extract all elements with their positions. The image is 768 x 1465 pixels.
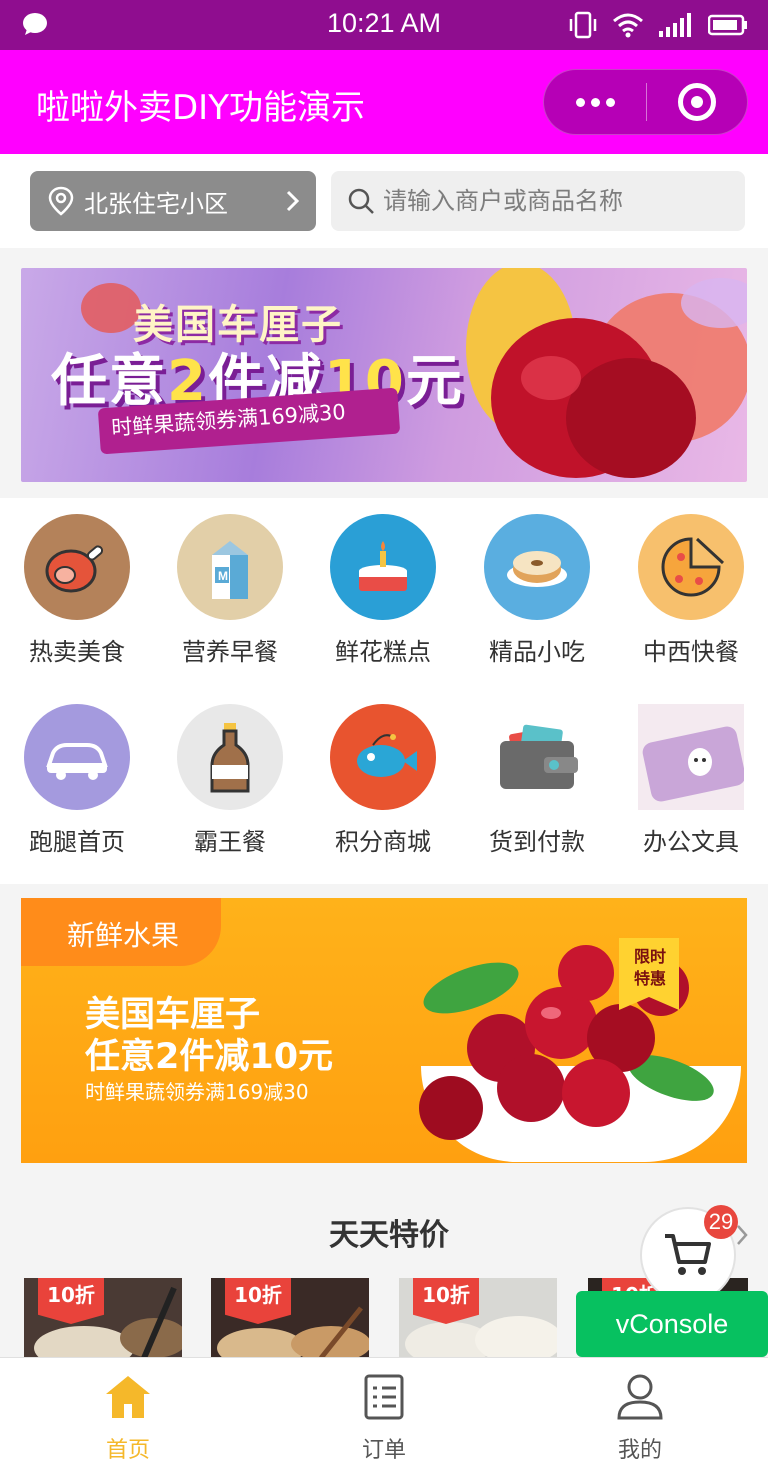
dot-icon — [590, 97, 600, 107]
svg-text:M: M — [218, 569, 228, 583]
chevron-right-icon — [286, 190, 300, 212]
category-snacks[interactable]: 精品小吃 — [462, 514, 612, 667]
search-row: 北张住宅小区 — [0, 154, 768, 248]
category-label: 营养早餐 — [182, 638, 278, 666]
vconsole-button[interactable]: vConsole — [576, 1291, 768, 1357]
wallet-icon — [484, 704, 590, 810]
category-fast-food[interactable]: 中西快餐 — [616, 514, 766, 667]
promo-banner-section: 美国车厘子 任意2件减10元 时鲜果蔬领券满169减30 — [0, 248, 768, 498]
bottle-icon — [177, 704, 283, 810]
category-hot-food[interactable]: 热卖美食 — [2, 514, 152, 667]
more-options-button[interactable] — [544, 70, 646, 134]
dot-icon — [575, 97, 585, 107]
cake-icon — [330, 514, 436, 620]
search-box[interactable] — [331, 171, 745, 231]
discount-badge: 10折 — [413, 1278, 479, 1324]
category-cash-on-delivery[interactable]: 货到付款 — [462, 704, 612, 857]
category-label: 办公文具 — [643, 828, 739, 856]
user-icon — [617, 1374, 663, 1420]
category-points-mall[interactable]: 积分商城 — [308, 704, 458, 857]
donut-icon — [484, 514, 590, 620]
tab-label: 首页 — [105, 1438, 150, 1463]
navigation-bar: 啦啦外卖DIY功能演示 — [0, 50, 768, 154]
category-label: 鲜花糕点 — [335, 638, 431, 666]
milk-carton-icon: M — [177, 514, 283, 620]
mini-program-capsule — [543, 69, 748, 135]
search-input[interactable] — [383, 187, 713, 215]
category-errand[interactable]: 跑腿首页 — [2, 704, 152, 857]
discount-badge: 10折 — [38, 1278, 104, 1324]
target-icon — [678, 83, 716, 121]
category-free-meal[interactable]: 霸王餐 — [155, 704, 305, 857]
category-grid: 热卖美食 M 营养早餐 鲜花糕点 精品小吃 中西快餐 跑腿首页 霸王餐 积分商城… — [0, 498, 768, 884]
wifi-icon — [613, 13, 643, 38]
discount-badge: 10折 — [225, 1278, 291, 1324]
tab-label: 我的 — [617, 1438, 662, 1463]
fresh-fruit-tag-label: 新鲜水果 — [67, 919, 180, 952]
chevron-right-icon[interactable] — [734, 1222, 750, 1248]
tab-profile[interactable]: 我的 — [512, 1358, 768, 1465]
status-bar: 10:21 AM — [0, 0, 768, 50]
tab-bar: 首页 订单 我的 — [0, 1357, 768, 1465]
category-label: 跑腿首页 — [29, 828, 125, 856]
ham-icon — [24, 514, 130, 620]
cherries-illustration — [419, 945, 714, 1140]
pizza-icon — [638, 514, 744, 620]
tab-orders[interactable]: 订单 — [256, 1358, 512, 1465]
tab-home[interactable]: 首页 — [0, 1358, 256, 1465]
close-mini-program-button[interactable] — [647, 83, 747, 121]
fruit-banner-offer: 任意2件减10元 — [85, 1037, 334, 1077]
shopping-cart-icon — [665, 1234, 711, 1275]
deal-item[interactable]: 10折 — [24, 1278, 182, 1358]
order-list-icon — [364, 1374, 404, 1420]
system-icons — [568, 11, 748, 39]
deal-item[interactable]: 10折 — [399, 1278, 557, 1358]
category-label: 货到付款 — [489, 828, 585, 856]
category-label: 热卖美食 — [29, 638, 125, 666]
car-icon — [24, 704, 130, 810]
location-selector[interactable]: 北张住宅小区 — [30, 171, 316, 231]
category-label: 积分商城 — [335, 828, 431, 856]
vibrate-icon — [569, 11, 597, 39]
category-label: 精品小吃 — [489, 638, 585, 666]
category-flowers-cakes[interactable]: 鲜花糕点 — [308, 514, 458, 667]
signal-icon — [659, 13, 691, 37]
category-breakfast[interactable]: M 营养早餐 — [155, 514, 305, 667]
category-stationery[interactable]: 办公文具 — [616, 704, 766, 857]
category-label: 霸王餐 — [194, 828, 266, 856]
fish-icon — [330, 704, 436, 810]
location-label: 北张住宅小区 — [84, 189, 228, 218]
page-title: 啦啦外卖DIY功能演示 — [36, 88, 365, 128]
fruit-banner-coupon: 时鲜果蔬领券满169减30 — [85, 1080, 309, 1104]
battery-icon — [708, 14, 747, 36]
limited-offer-label: 限时 特惠 — [633, 947, 666, 988]
home-icon — [106, 1376, 150, 1418]
cart-count-badge: 29 — [704, 1205, 738, 1239]
search-icon — [348, 188, 374, 214]
deal-item[interactable]: 10折 — [211, 1278, 369, 1358]
location-pin-icon — [48, 186, 74, 216]
pencil-case-icon — [638, 704, 744, 810]
category-label: 中西快餐 — [643, 638, 739, 666]
fruit-promo-banner[interactable]: 新鲜水果 美国车厘子 任意2件减10元 时鲜果蔬领券满169减30 限时 特惠 — [21, 898, 747, 1163]
tab-label: 订单 — [361, 1438, 406, 1463]
promo-banner-cherries[interactable]: 美国车厘子 任意2件减10元 时鲜果蔬领券满169减30 — [21, 268, 747, 482]
dot-icon — [605, 97, 615, 107]
